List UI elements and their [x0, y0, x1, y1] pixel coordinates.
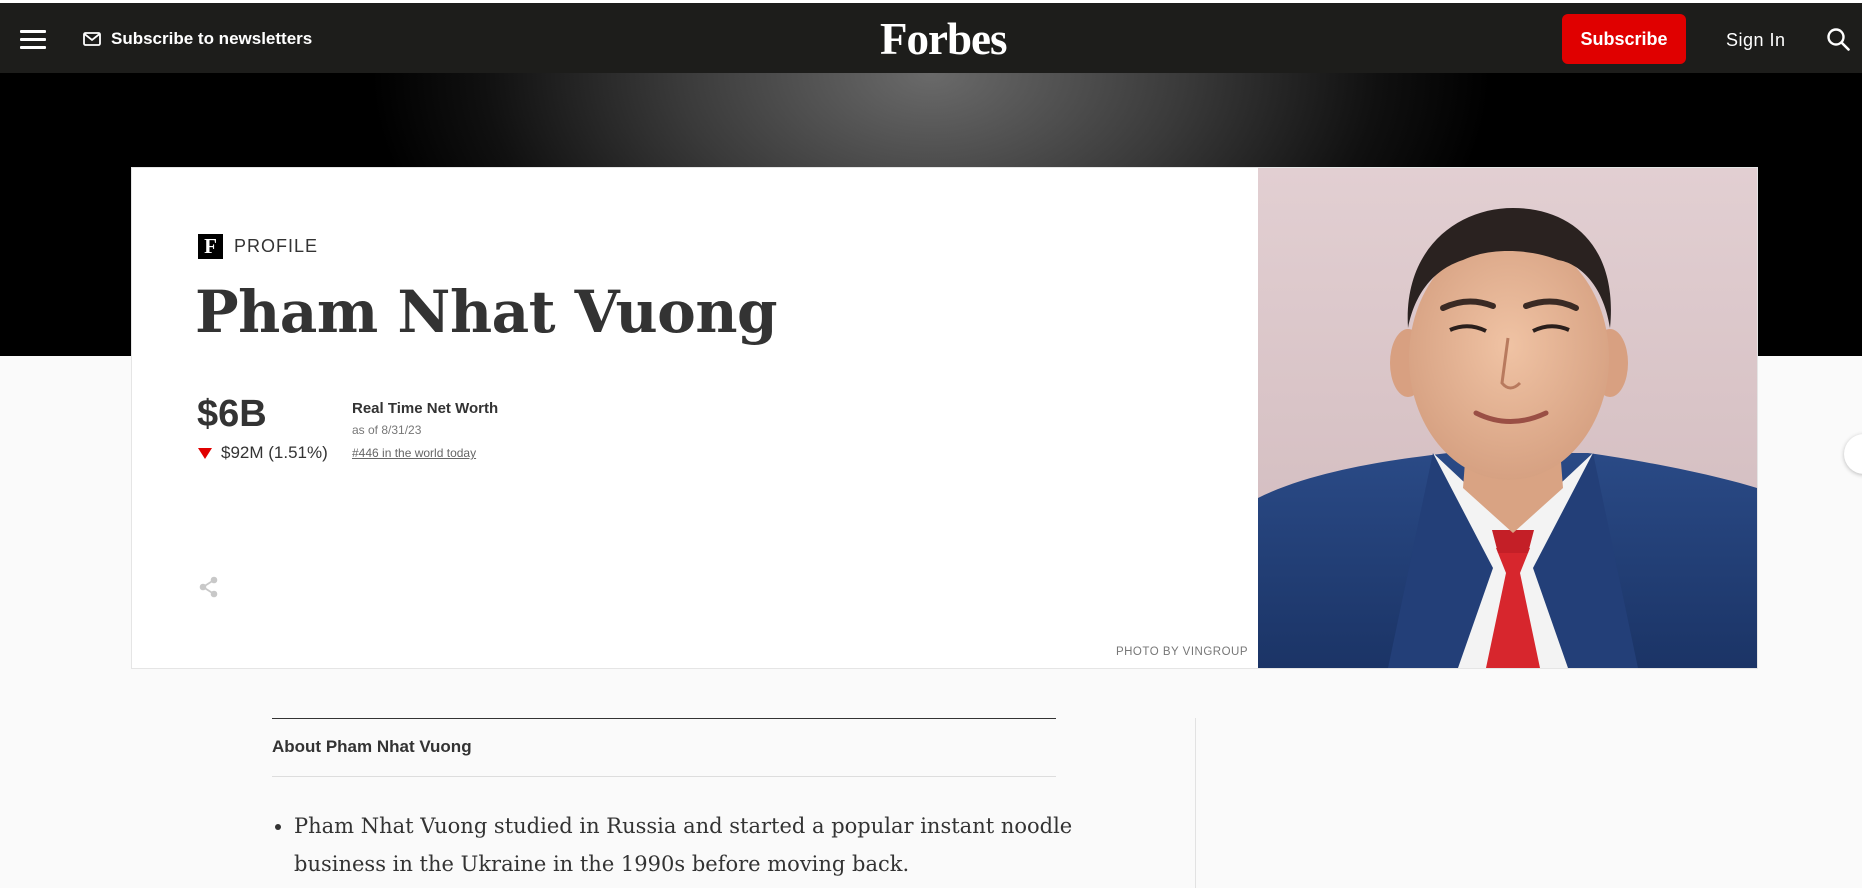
about-heading: About Pham Nhat Vuong [272, 737, 472, 756]
floating-widget-button[interactable] [1844, 434, 1862, 474]
profile-badge: F PROFILE [198, 234, 318, 259]
down-arrow-icon [198, 447, 212, 459]
profile-card: F PROFILE Pham Nhat Vuong $6B $92M (1.51… [132, 168, 1757, 668]
share-icon[interactable] [198, 575, 220, 599]
forbes-logo[interactable]: Forbes [880, 13, 1007, 65]
person-name: Pham Nhat Vuong [195, 278, 778, 346]
subscribe-button[interactable]: Subscribe [1562, 14, 1686, 64]
real-time-net-worth-label: Real Time Net Worth [352, 400, 499, 417]
sign-in-link[interactable]: Sign In [1726, 30, 1786, 51]
about-list: Pham Nhat Vuong studied in Russia and st… [272, 807, 1084, 883]
newsletter-link[interactable]: Subscribe to newsletters [83, 29, 312, 49]
hamburger-menu-icon[interactable] [20, 30, 46, 50]
as-of-date: as of 8/31/23 [352, 423, 422, 437]
photo-credit: PHOTO BY VINGROUP [1115, 646, 1248, 658]
mail-icon [83, 32, 101, 46]
top-nav-bar: Subscribe to newsletters Forbes Subscrib… [0, 0, 1862, 73]
net-worth-value: $6B [197, 393, 267, 435]
profile-photo [1258, 168, 1757, 668]
forbes-f-icon: F [198, 234, 223, 259]
list-item: Pham Nhat Vuong studied in Russia and st… [294, 807, 1084, 883]
about-top-rule [272, 718, 1056, 719]
search-icon[interactable] [1826, 27, 1850, 51]
net-worth-change: $92M (1.51%) [198, 443, 328, 463]
profile-info: F PROFILE Pham Nhat Vuong $6B $92M (1.51… [132, 168, 1258, 668]
newsletter-label: Subscribe to newsletters [111, 29, 313, 48]
profile-label: PROFILE [234, 236, 319, 256]
about-divider [272, 776, 1056, 777]
world-rank-link[interactable]: #446 in the world today [352, 446, 476, 460]
change-value: $92M (1.51%) [221, 443, 328, 462]
column-divider [1195, 718, 1196, 888]
